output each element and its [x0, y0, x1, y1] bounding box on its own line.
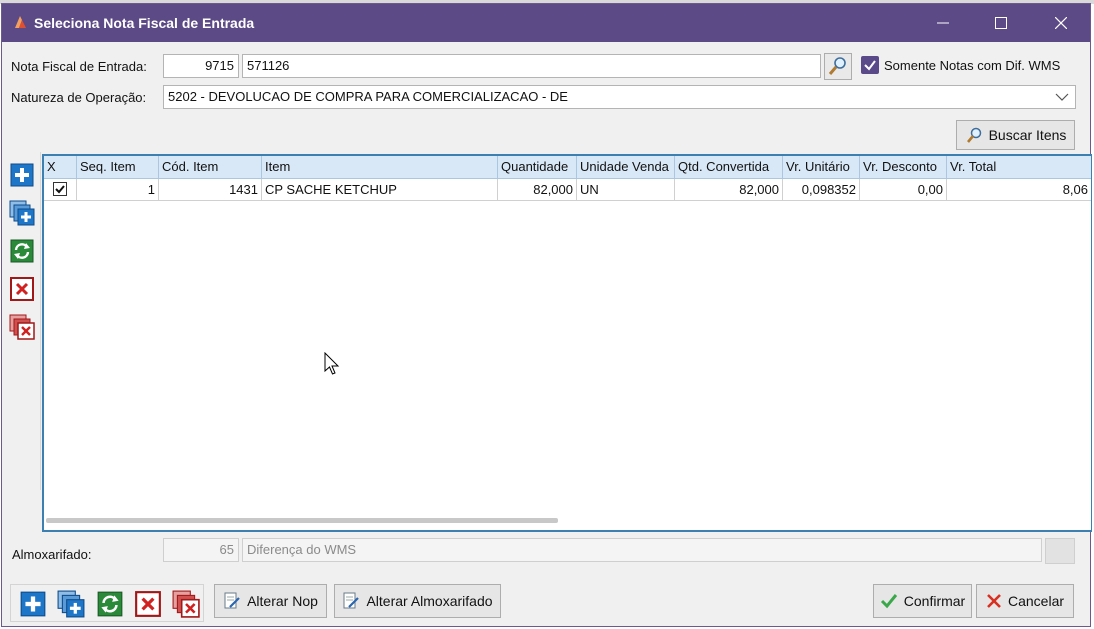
side-toolbar — [2, 152, 41, 490]
cell-vr-total: 8,06 — [947, 179, 1091, 201]
refresh-icon[interactable] — [9, 238, 35, 264]
delete-icon[interactable] — [134, 590, 162, 618]
close-button[interactable] — [1038, 4, 1084, 42]
grid-header: X Seq. Item Cód. Item Item Quantidade Un… — [44, 156, 1091, 179]
window-title: Seleciona Nota Fiscal de Entrada — [34, 15, 255, 31]
somente-notas-checkbox[interactable] — [861, 56, 879, 74]
add-multiple-icon[interactable] — [57, 590, 85, 618]
column-header-seq-item[interactable]: Seq. Item — [77, 156, 159, 178]
confirmar-label: Confirmar — [903, 593, 966, 609]
cell-vr-unitario: 0,098352 — [783, 179, 860, 201]
add-multiple-icon[interactable] — [9, 200, 35, 226]
almoxarifado-lookup-button[interactable] — [1045, 538, 1075, 564]
buscar-itens-button[interactable]: Buscar Itens — [956, 120, 1075, 150]
refresh-icon[interactable] — [96, 590, 124, 618]
column-header-cod-item[interactable]: Cód. Item — [159, 156, 262, 178]
nota-numero-field[interactable]: 571126 — [242, 54, 821, 78]
minimize-button[interactable] — [920, 4, 966, 42]
cell-vr-desconto: 0,00 — [860, 179, 947, 201]
cell-cod-item: 1431 — [159, 179, 262, 201]
items-grid[interactable]: X Seq. Item Cód. Item Item Quantidade Un… — [42, 154, 1092, 532]
cell-seq-item: 1 — [77, 179, 159, 201]
edit-icon — [224, 592, 240, 609]
row-checkbox-cell[interactable] — [44, 179, 77, 201]
alterar-almoxarifado-button[interactable]: Alterar Almoxarifado — [334, 584, 501, 618]
delete-multiple-icon[interactable] — [9, 314, 35, 340]
cell-unidade-venda: UN — [577, 179, 675, 201]
somente-notas-label: Somente Notas com Dif. WMS — [884, 58, 1061, 73]
mouse-cursor-icon — [324, 352, 340, 375]
natureza-select[interactable]: 5202 - DEVOLUCAO DE COMPRA PARA COMERCIA… — [163, 85, 1076, 109]
search-icon — [966, 127, 981, 143]
column-header-unidade-venda[interactable]: Unidade Venda — [577, 156, 675, 178]
add-icon[interactable] — [19, 590, 47, 618]
natureza-label: Natureza de Operação: — [11, 90, 147, 105]
search-icon — [828, 57, 846, 75]
maximize-button[interactable] — [978, 4, 1024, 42]
checkmark-icon — [864, 60, 876, 71]
alterar-nop-button[interactable]: Alterar Nop — [214, 584, 327, 618]
alterar-nop-label: Alterar Nop — [247, 593, 318, 609]
app-icon — [15, 16, 26, 28]
buscar-itens-label: Buscar Itens — [988, 127, 1067, 143]
checkmark-icon — [880, 594, 897, 609]
nota-fiscal-label: Nota Fiscal de Entrada: — [11, 59, 147, 74]
delete-multiple-icon[interactable] — [172, 590, 200, 618]
column-header-vr-desconto[interactable]: Vr. Desconto — [860, 156, 947, 178]
edit-icon — [343, 592, 360, 609]
table-row[interactable]: 1 1431 CP SACHE KETCHUP 82,000 UN 82,000… — [44, 179, 1091, 201]
column-header-qtd-convertida[interactable]: Qtd. Convertida — [675, 156, 783, 178]
natureza-value: 5202 - DEVOLUCAO DE COMPRA PARA COMERCIA… — [168, 89, 568, 104]
alterar-almoxarifado-label: Alterar Almoxarifado — [366, 593, 493, 609]
minimize-icon — [937, 22, 949, 24]
maximize-icon — [995, 17, 1007, 29]
column-header-vr-unitario[interactable]: Vr. Unitário — [783, 156, 860, 178]
nota-serie-field[interactable]: 9715 — [163, 54, 239, 78]
cancelar-label: Cancelar — [1007, 593, 1065, 609]
almoxarifado-label: Almoxarifado: — [12, 547, 92, 562]
column-header-quantidade[interactable]: Quantidade — [498, 156, 577, 178]
confirmar-button[interactable]: Confirmar — [873, 584, 972, 618]
close-icon — [1055, 17, 1067, 29]
title-bar[interactable]: Seleciona Nota Fiscal de Entrada — [2, 4, 1090, 42]
add-icon[interactable] — [9, 162, 35, 188]
cancel-x-icon — [987, 594, 1001, 608]
cancelar-button[interactable]: Cancelar — [976, 584, 1074, 618]
delete-icon[interactable] — [9, 276, 35, 302]
checkbox-checked-icon[interactable] — [53, 182, 67, 196]
cell-quantidade: 82,000 — [498, 179, 577, 201]
column-header-x[interactable]: X — [44, 156, 77, 178]
chevron-down-icon — [1055, 93, 1069, 101]
search-nota-button[interactable] — [824, 53, 852, 80]
almoxarifado-desc-field[interactable]: Diferença do WMS — [242, 538, 1042, 562]
cell-item: CP SACHE KETCHUP — [262, 179, 498, 201]
column-header-vr-total[interactable]: Vr. Total — [947, 156, 1091, 178]
dialog-window: Seleciona Nota Fiscal de Entrada Nota Fi… — [1, 3, 1092, 627]
column-header-item[interactable]: Item — [262, 156, 498, 178]
horizontal-scrollbar[interactable] — [46, 518, 558, 523]
almoxarifado-code-field[interactable]: 65 — [163, 538, 239, 562]
cell-qtd-convertida: 82,000 — [675, 179, 783, 201]
